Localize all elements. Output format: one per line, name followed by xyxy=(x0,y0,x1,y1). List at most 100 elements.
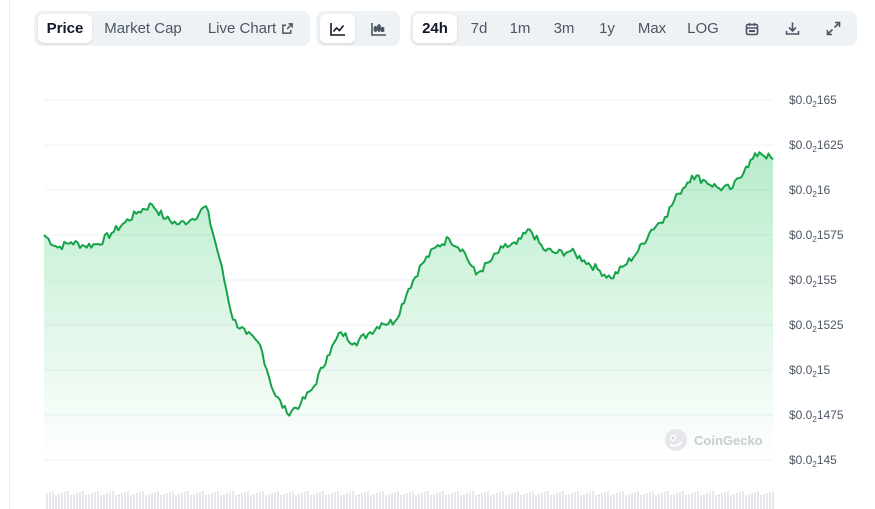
volume-bar xyxy=(88,494,90,509)
volume-bar xyxy=(769,492,771,509)
volume-bar xyxy=(643,494,645,509)
volume-bar xyxy=(436,493,438,509)
volume-bar xyxy=(448,494,450,509)
volume-bar xyxy=(487,491,489,509)
volume-bar xyxy=(598,494,600,509)
volume-bar xyxy=(193,494,195,509)
volume-bar xyxy=(766,493,768,509)
volume-bar xyxy=(319,492,321,509)
volume-bar xyxy=(541,493,543,509)
volume-bar xyxy=(271,493,273,509)
volume-bar xyxy=(181,493,183,509)
volume-bar xyxy=(280,495,282,509)
volume-bar xyxy=(154,492,156,509)
volume-bar xyxy=(334,492,336,509)
volume-bar xyxy=(562,491,564,509)
volume-bar xyxy=(112,491,114,509)
y-tick-label: $0.02165 xyxy=(789,93,837,109)
volume-bar xyxy=(583,494,585,509)
volume-bar xyxy=(454,492,456,509)
volume-bar xyxy=(133,494,135,509)
y-axis: $0.02165 $0.021625 $0.0216 $0.021575 $0.0215… xyxy=(789,93,844,469)
volume-bar xyxy=(160,495,162,509)
volume-bar xyxy=(241,493,243,509)
volume-bar xyxy=(130,495,132,509)
y-tick-label: $0.021625 xyxy=(789,138,844,154)
volume-bar xyxy=(520,495,522,509)
y-tick-label: $0.021525 xyxy=(789,318,844,334)
volume-bar xyxy=(493,494,495,509)
volume-bar xyxy=(82,491,84,509)
volume-bar xyxy=(739,492,741,509)
volume-bar xyxy=(406,493,408,509)
volume-bar xyxy=(301,493,303,509)
price-area xyxy=(43,151,774,460)
volume-bar xyxy=(385,495,387,509)
volume-bar xyxy=(178,494,180,509)
volume-bar xyxy=(580,495,582,509)
volume-bar xyxy=(679,492,681,509)
volume-bar xyxy=(310,495,312,509)
volume-bar xyxy=(721,493,723,509)
volume-bar xyxy=(328,494,330,509)
volume-bar xyxy=(700,495,702,509)
volume-bar xyxy=(175,495,177,509)
volume-bar xyxy=(409,492,411,509)
volume-bar xyxy=(718,494,720,509)
volume-bar xyxy=(346,493,348,509)
y-tick-label: $0.02145 xyxy=(789,453,837,469)
volume-bar xyxy=(190,495,192,509)
volume-bar xyxy=(283,494,285,509)
volume-bar xyxy=(571,493,573,509)
volume-bar xyxy=(259,492,261,509)
volume-bar xyxy=(307,491,309,509)
volume-bar xyxy=(649,492,651,509)
volume-bar xyxy=(331,493,333,509)
volume-bar xyxy=(727,491,729,509)
volume-bar xyxy=(289,492,291,509)
volume-bar xyxy=(85,495,87,509)
volume-bar xyxy=(109,492,111,509)
volume-bar xyxy=(76,493,78,509)
volume-bar xyxy=(64,492,66,509)
volume-bar xyxy=(286,493,288,509)
volume-bar xyxy=(574,492,576,509)
volume-bar xyxy=(460,495,462,509)
volume-bar xyxy=(481,493,483,509)
y-tick-label: $0.021475 xyxy=(789,408,844,424)
volume-bar xyxy=(214,492,216,509)
volume-bar xyxy=(61,493,63,509)
volume-bar xyxy=(163,494,165,509)
volume-bar xyxy=(688,494,690,509)
volume-bar xyxy=(547,491,549,509)
volume-bar xyxy=(268,494,270,509)
volume-bar xyxy=(349,492,351,509)
volume-bar xyxy=(94,492,96,509)
volume-bar xyxy=(610,495,612,509)
volume-bar xyxy=(514,492,516,509)
coingecko-watermark: CoinGecko xyxy=(664,428,763,452)
volume-bar xyxy=(589,492,591,509)
volume-bar xyxy=(655,495,657,509)
volume-bar xyxy=(511,493,513,509)
volume-bar xyxy=(274,492,276,509)
volume-bar xyxy=(709,492,711,509)
volume-bar xyxy=(211,493,213,509)
y-tick-label: $0.021575 xyxy=(789,228,844,244)
volume-bar xyxy=(736,493,738,509)
y-tick-label: $0.0216 xyxy=(789,183,830,199)
volume-bar xyxy=(265,495,267,509)
volume-bar xyxy=(367,491,369,509)
volume-bar xyxy=(343,494,345,509)
volume-bar xyxy=(361,493,363,509)
volume-bar xyxy=(196,493,198,509)
volume-bar xyxy=(412,491,414,509)
volume-bar xyxy=(58,494,60,509)
volume-bar xyxy=(145,495,147,509)
volume-bar xyxy=(256,493,258,509)
volume-bar xyxy=(748,494,750,509)
volume-bar xyxy=(136,493,138,509)
volume-bar xyxy=(352,491,354,509)
volume-bar xyxy=(52,491,54,509)
volume-bar xyxy=(292,491,294,509)
